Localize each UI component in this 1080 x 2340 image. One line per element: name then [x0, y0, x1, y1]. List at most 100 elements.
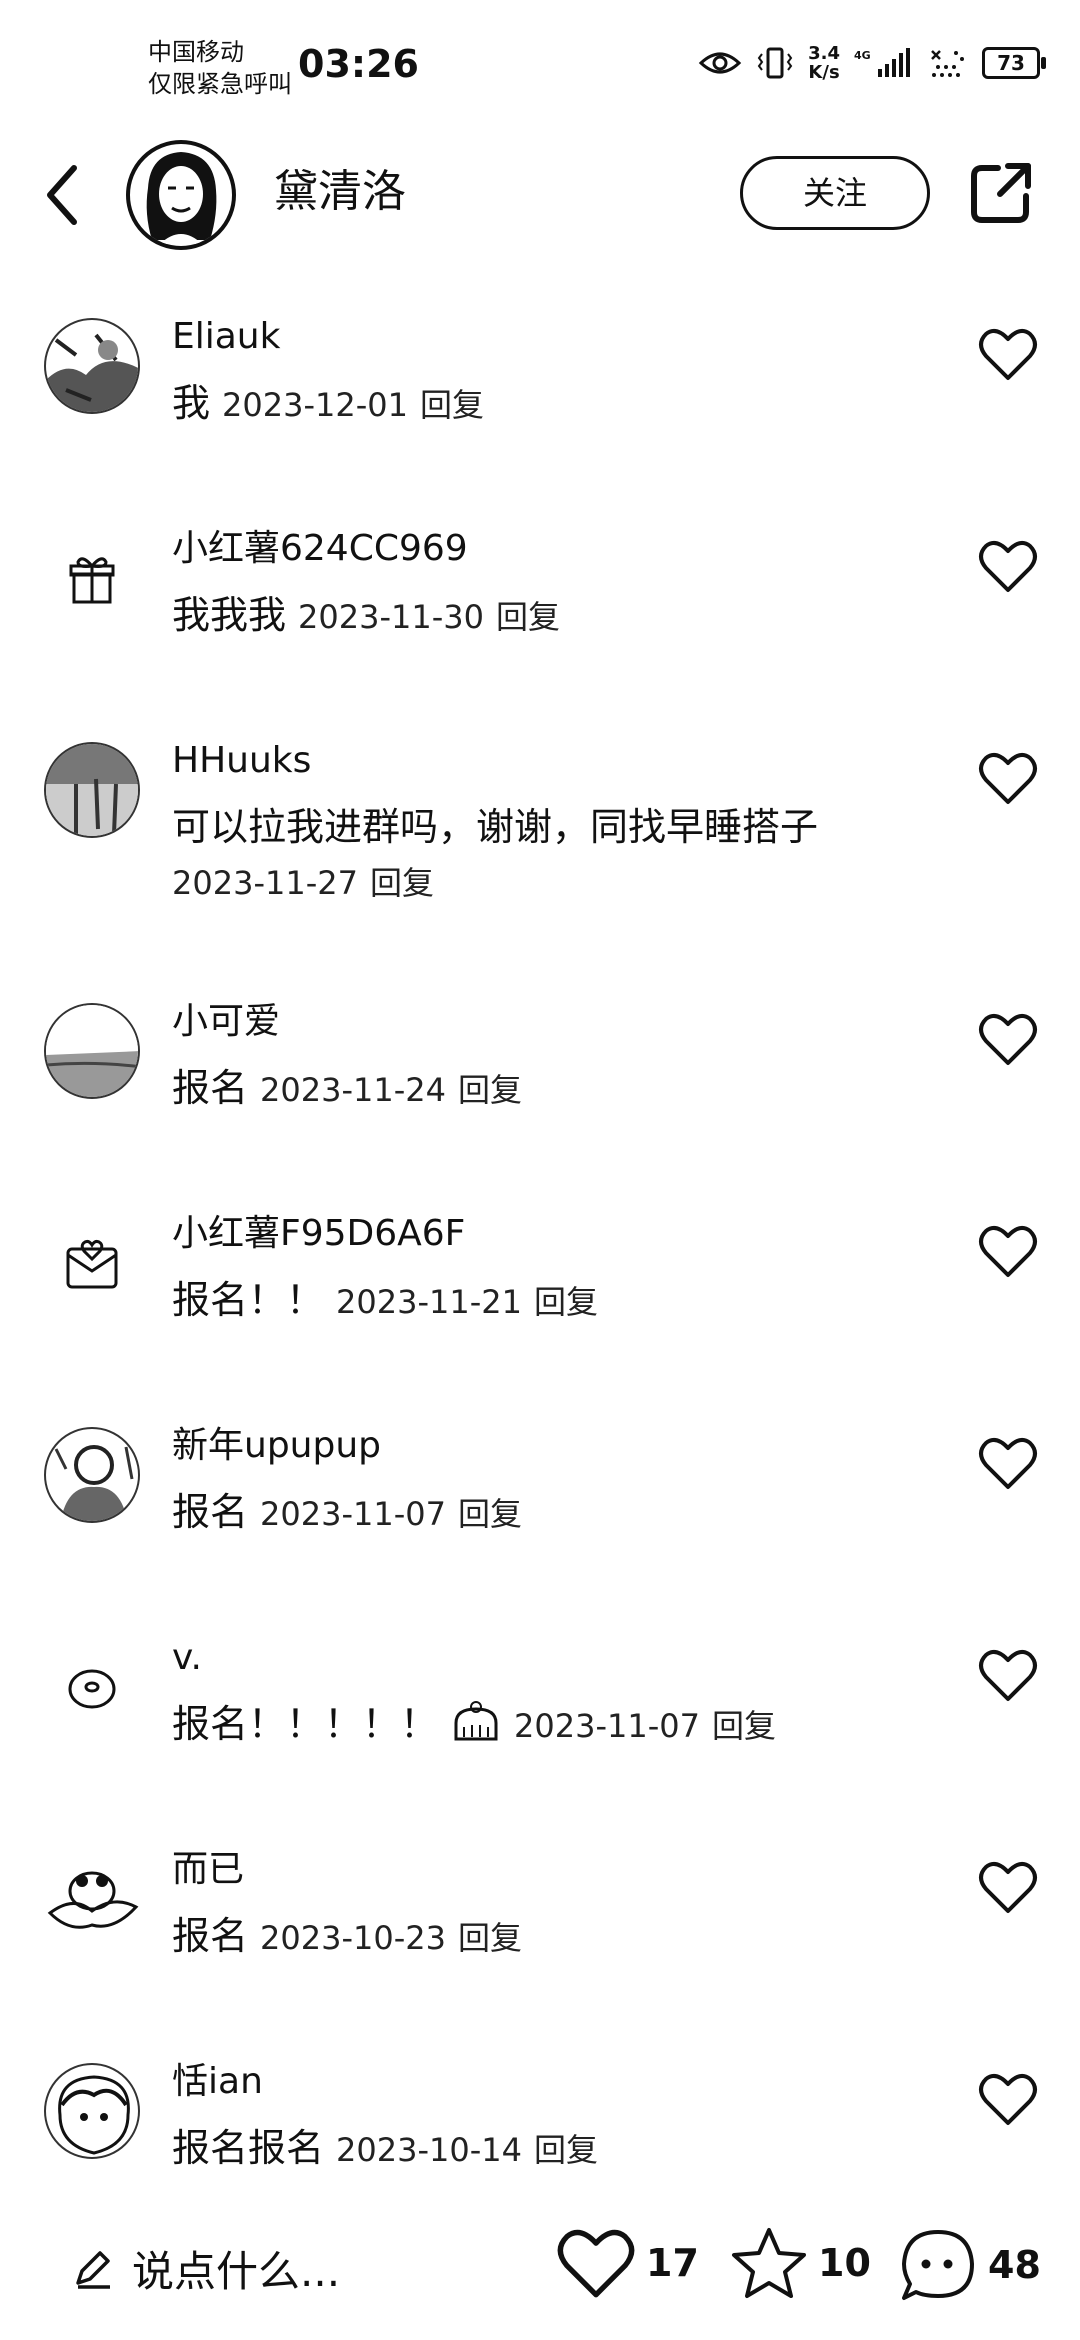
vibrate-icon	[757, 47, 793, 79]
comment-username[interactable]: 小红薯F95D6A6F	[172, 1209, 465, 1259]
comment-input-placeholder: 说点什么...	[132, 2246, 341, 2296]
comment-text: 可以拉我进群吗，谢谢，同找早睡搭子	[172, 805, 819, 849]
net-speed-value: 3.4	[808, 43, 840, 64]
comment-date: 2023-10-23	[260, 1919, 446, 1957]
comment-text: 报名	[172, 1490, 249, 1534]
comment-username[interactable]: 恬ian	[172, 2057, 263, 2107]
star-icon	[732, 2228, 806, 2298]
comment-text: 报名	[172, 1914, 249, 1958]
pencil-icon	[76, 2251, 110, 2289]
follow-button[interactable]: 关注	[740, 156, 930, 230]
comment-username[interactable]: 新年upupup	[172, 1421, 381, 1471]
status-icons: 3.4 K/s 4G 73	[698, 44, 1046, 82]
user-avatar[interactable]	[44, 2063, 140, 2159]
user-avatar[interactable]	[44, 1851, 140, 1947]
comment-date: 2023-11-30	[298, 598, 484, 636]
author-avatar[interactable]	[126, 140, 236, 250]
user-avatar[interactable]	[44, 1215, 140, 1311]
user-avatar[interactable]	[44, 1427, 140, 1523]
gift-icon	[69, 557, 115, 604]
reply-button[interactable]: 回复	[496, 598, 560, 636]
comment-text: 报名！！！！！	[172, 1702, 439, 1746]
carrier-name: 中国移动	[148, 38, 244, 66]
favorite-button[interactable]: 10	[730, 2226, 871, 2300]
comment-body: 可以拉我进群吗，谢谢，同找早睡搭子 2023-11-27 回复	[172, 800, 932, 910]
comment-date: 2023-11-27	[172, 864, 358, 902]
avatar-photo	[46, 744, 138, 836]
avatar-photo	[46, 333, 138, 412]
heart-icon[interactable]	[978, 1011, 1038, 1067]
comment-username[interactable]: 而已	[172, 1845, 244, 1895]
reply-button[interactable]: 回复	[458, 1071, 522, 1109]
user-avatar[interactable]	[44, 1639, 140, 1735]
heart-icon[interactable]	[978, 750, 1038, 806]
carrier-info: 中国移动 仅限紧急呼叫	[148, 36, 292, 100]
user-avatar[interactable]	[44, 742, 140, 838]
signal-icon: 4G	[854, 48, 910, 77]
net-speed-unit: K/s	[808, 62, 840, 83]
comment-button[interactable]: 48	[898, 2226, 1041, 2304]
comment-body: 报名 2023-11-24 回复	[172, 1061, 932, 1117]
clock: 03:26	[298, 42, 419, 86]
sticker-icon	[454, 1701, 498, 1741]
user-avatar[interactable]	[44, 530, 140, 626]
comment-username[interactable]: 小红薯624CC969	[172, 524, 468, 574]
comment-date: 2023-12-01	[222, 386, 408, 424]
comment-text: 报名	[172, 1066, 249, 1110]
avatar-drawing	[47, 1871, 139, 1929]
share-icon[interactable]	[968, 160, 1034, 226]
comment-text: 我	[172, 381, 211, 425]
comment-date: 2023-11-07	[260, 1495, 446, 1533]
comment-icon	[902, 2230, 974, 2300]
comment-body: 报名！！ 2023-11-21 回复	[172, 1273, 932, 1329]
emergency-only: 仅限紧急呼叫	[148, 70, 292, 98]
eye-icon	[698, 52, 742, 74]
comment-body: 我我我 2023-11-30 回复	[172, 588, 932, 644]
like-count: 17	[646, 2241, 699, 2285]
user-avatar[interactable]	[44, 1003, 140, 1099]
avatar-photo	[46, 1005, 138, 1097]
comment-text: 我我我	[172, 593, 287, 637]
heart-icon[interactable]	[978, 1647, 1038, 1703]
like-button[interactable]: 17	[556, 2226, 699, 2300]
comment-date: 2023-11-24	[260, 1071, 446, 1109]
comment-body: 报名报名 2023-10-14 回复	[172, 2121, 932, 2177]
comment-date: 2023-10-14	[336, 2131, 522, 2169]
author-name[interactable]: 黛清洛	[274, 160, 406, 224]
comment-count: 48	[988, 2243, 1041, 2287]
comment-body: 报名！！！！！ 2023-11-07 回复	[172, 1697, 932, 1753]
reply-button[interactable]: 回复	[712, 1707, 776, 1745]
heart-icon[interactable]	[978, 326, 1038, 382]
back-icon[interactable]	[38, 160, 88, 230]
comment-body: 报名 2023-11-07 回复	[172, 1485, 932, 1541]
comment-username[interactable]: 小可爱	[172, 997, 280, 1047]
comment-date: 2023-11-21	[336, 1283, 522, 1321]
heart-icon[interactable]	[978, 2071, 1038, 2127]
wifi-icon	[931, 50, 964, 77]
heart-icon[interactable]	[978, 538, 1038, 594]
reply-button[interactable]: 回复	[458, 1495, 522, 1533]
reply-button[interactable]: 回复	[370, 864, 434, 902]
comment-text: 报名报名	[172, 2126, 325, 2170]
battery-icon: 73	[982, 47, 1046, 79]
avatar-drawing	[58, 2075, 130, 2155]
bottom-action-bar: 说点什么... 17 10 48	[0, 2200, 1080, 2340]
status-bar: 中国移动 仅限紧急呼叫 03:26 3.4 K/s 4G 73	[0, 0, 1080, 110]
net-speed: 3.4 K/s	[808, 44, 840, 82]
reply-button[interactable]: 回复	[534, 2131, 598, 2169]
user-avatar[interactable]	[44, 318, 140, 414]
reply-button[interactable]: 回复	[458, 1919, 522, 1957]
reply-button[interactable]: 回复	[420, 386, 484, 424]
heart-icon[interactable]	[978, 1435, 1038, 1491]
comment-body: 报名 2023-10-23 回复	[172, 1909, 932, 1965]
reply-button[interactable]: 回复	[534, 1283, 598, 1321]
comment-username[interactable]: HHuuks	[172, 736, 311, 786]
comment-username[interactable]: v.	[172, 1633, 202, 1683]
comment-username[interactable]: Eliauk	[172, 312, 280, 362]
heart-icon[interactable]	[978, 1223, 1038, 1279]
donut-icon	[68, 1669, 116, 1709]
comment-input[interactable]: 说点什么...	[72, 2228, 340, 2308]
heart-icon[interactable]	[978, 1859, 1038, 1915]
network-type: 4G	[854, 49, 871, 62]
favorite-count: 10	[818, 2241, 871, 2285]
